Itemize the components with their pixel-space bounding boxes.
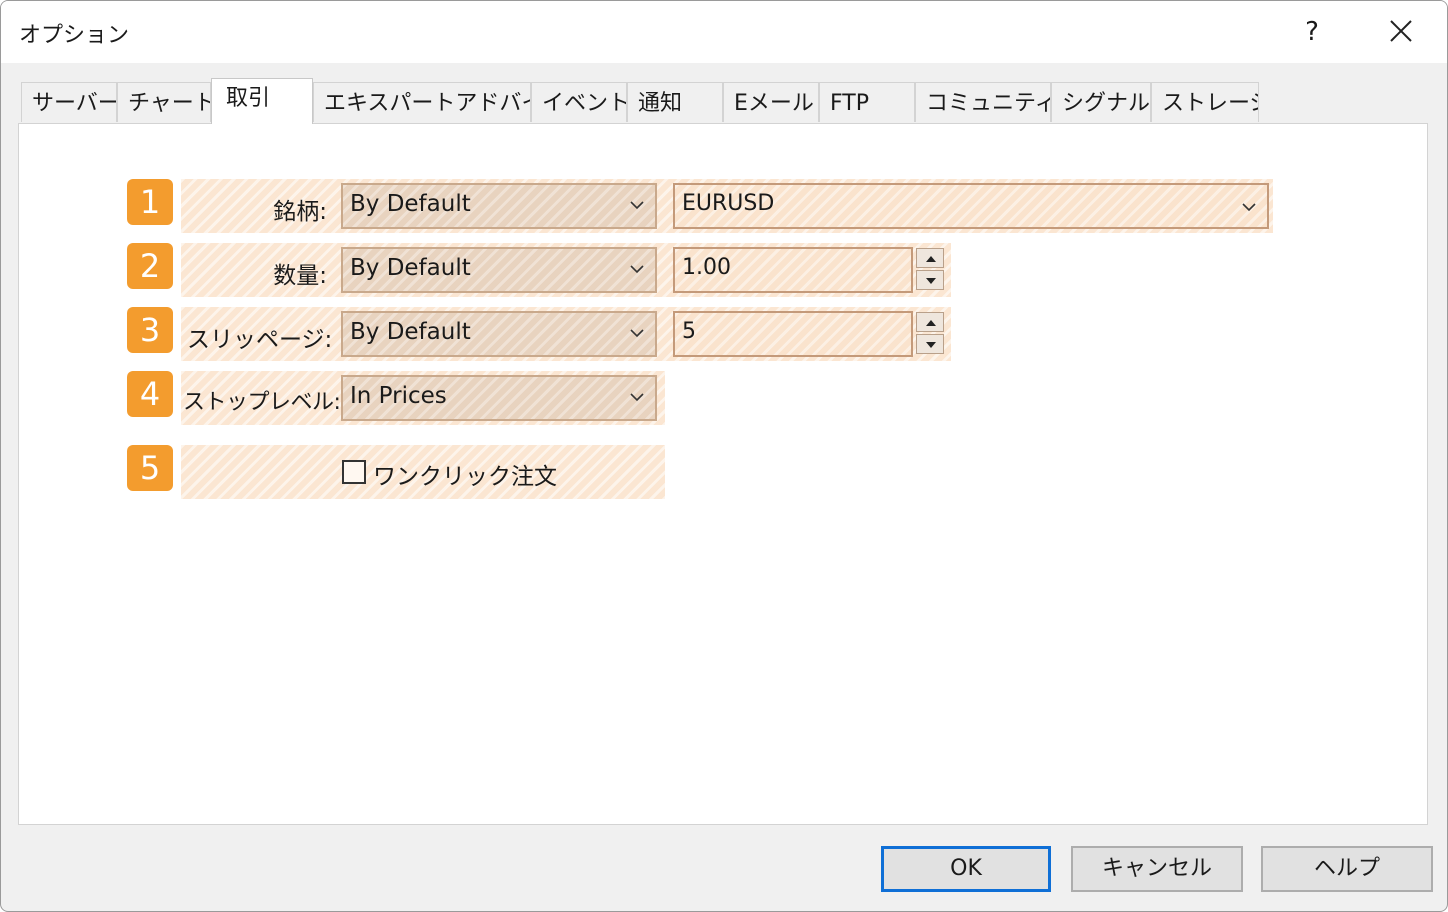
tab-ftp[interactable]: FTP [819, 82, 915, 122]
window-title: オプション [19, 23, 130, 48]
triangle-down-icon [926, 278, 936, 284]
cancel-button[interactable]: キャンセル [1071, 846, 1243, 892]
chevron-down-icon [630, 201, 644, 210]
volume-label: 数量: [273, 263, 327, 289]
tab-chart[interactable]: チャート [117, 82, 211, 122]
volume-value: 1.00 [682, 255, 731, 280]
slippage-mode-value: By Default [350, 319, 471, 345]
one-click-checkbox[interactable] [342, 460, 366, 484]
volume-decrement-button[interactable] [916, 270, 944, 290]
help-title-button[interactable]: ? [1297, 13, 1327, 51]
triangle-down-icon [926, 342, 936, 348]
volume-spinner [916, 248, 946, 294]
title-bar: オプション ? [1, 1, 1447, 63]
step-badge-5: 5 [127, 445, 173, 491]
one-click-label[interactable]: ワンクリック注文 [373, 457, 557, 491]
stop-level-value: In Prices [350, 383, 447, 409]
step-badge-2: 2 [127, 243, 173, 289]
stop-level-label: ストップレベル: [183, 390, 341, 415]
slippage-mode-select[interactable]: By Default [341, 311, 657, 357]
slippage-input[interactable]: 5 [673, 311, 913, 357]
step-badge-4: 4 [127, 371, 173, 417]
volume-increment-button[interactable] [916, 248, 944, 268]
tab-community[interactable]: コミュニティー [915, 82, 1051, 122]
options-dialog: オプション ? サーバー チャート 取引 エキスパートアドバイザ イベント 通知… [0, 0, 1448, 912]
triangle-up-icon [926, 256, 936, 262]
step-badge-1: 1 [127, 179, 173, 225]
help-button[interactable]: ヘルプ [1261, 846, 1433, 892]
chevron-down-icon [630, 265, 644, 274]
symbol-mode-select[interactable]: By Default [341, 183, 657, 229]
tab-signals[interactable]: シグナル [1051, 82, 1151, 122]
volume-mode-value: By Default [350, 255, 471, 281]
symbol-value: EURUSD [682, 191, 775, 216]
tab-events[interactable]: イベント [531, 82, 627, 122]
triangle-up-icon [926, 320, 936, 326]
tab-notifications[interactable]: 通知 [627, 82, 723, 122]
stop-level-select[interactable]: In Prices [341, 375, 657, 421]
volume-input[interactable]: 1.00 [673, 247, 913, 293]
chevron-down-icon [1242, 203, 1256, 212]
slippage-spinner [916, 312, 946, 358]
slippage-increment-button[interactable] [916, 312, 944, 332]
tab-trade[interactable]: 取引 [211, 78, 313, 124]
symbol-select[interactable]: EURUSD [673, 183, 1269, 229]
close-button[interactable] [1381, 13, 1421, 51]
tab-email[interactable]: Eメール [723, 82, 819, 122]
slippage-decrement-button[interactable] [916, 334, 944, 354]
chevron-down-icon [630, 393, 644, 402]
slippage-label: スリッページ: [187, 327, 333, 353]
symbol-mode-value: By Default [350, 191, 471, 217]
step-badge-3: 3 [127, 307, 173, 353]
tab-storage[interactable]: ストレージ [1151, 82, 1259, 122]
ok-button[interactable]: OK [881, 846, 1051, 892]
tab-server[interactable]: サーバー [21, 82, 117, 122]
slippage-value: 5 [682, 319, 696, 344]
tab-expert-advisors[interactable]: エキスパートアドバイザ [313, 82, 531, 122]
close-icon [1390, 20, 1412, 42]
symbol-label: 銘柄: [273, 199, 327, 225]
chevron-down-icon [630, 329, 644, 338]
volume-mode-select[interactable]: By Default [341, 247, 657, 293]
